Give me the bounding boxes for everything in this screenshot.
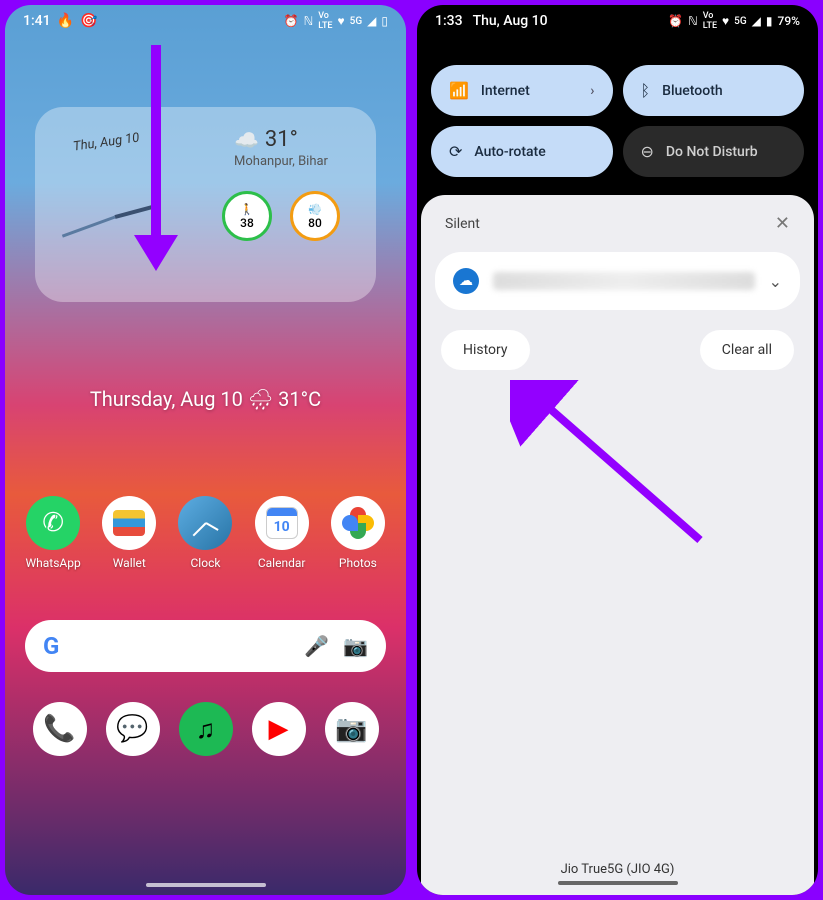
google-search-bar[interactable]: G 🎤 📷 (25, 620, 386, 672)
cloud-app-icon: ☁ (453, 268, 479, 294)
app-clock[interactable]: Clock (169, 496, 241, 570)
walk-icon: 🚶 (240, 203, 254, 216)
qs-dnd[interactable]: ⊖ Do Not Disturb (623, 126, 805, 177)
signal-icon: ◢ (367, 14, 376, 28)
gesture-bar[interactable] (146, 883, 266, 887)
dock-phone[interactable]: 📞 (33, 702, 87, 756)
chevron-down-icon[interactable]: ⌄ (769, 272, 782, 291)
status-bar: 1:41 🔥 🎯 ⏰ ℕ VoLTE ♥ 5G ◢ ▯ (5, 5, 406, 37)
gesture-bar[interactable] (558, 881, 678, 885)
notification-panel: Silent ✕ ☁ ⌄ History Clear all Jio True5… (421, 195, 814, 895)
close-icon[interactable]: ✕ (775, 213, 790, 234)
bluetooth-icon: ᛒ (641, 81, 651, 100)
qs-bluetooth[interactable]: ᛒ Bluetooth (623, 65, 805, 116)
home-screen-phone: 1:41 🔥 🎯 ⏰ ℕ VoLTE ♥ 5G ◢ ▯ Thu, Aug 10 (3, 3, 408, 897)
steps-stat[interactable]: 🚶 38 (222, 191, 272, 241)
youtube-icon: ▶ (269, 714, 289, 744)
notification-item[interactable]: ☁ ⌄ (435, 252, 800, 310)
camera-icon: 📷 (335, 714, 367, 744)
widget-date: Thu, Aug 10 (72, 130, 140, 154)
lens-icon[interactable]: 📷 (343, 634, 368, 658)
dock-camera[interactable]: 📷 (325, 702, 379, 756)
status-icons: ⏰ ℕ VoLTE ♥ 5G ◢ ▯ (284, 11, 388, 31)
temperature: 31° (265, 127, 298, 152)
chevron-right-icon: › (590, 83, 594, 99)
notification-shade[interactable]: 1:33 Thu, Aug 10 ⏰ ℕ VoLTE ♥ 5G ◢ ▮ 79% … (417, 5, 818, 895)
status-date: Thu, Aug 10 (473, 13, 548, 29)
status-icons: ⏰ ℕ VoLTE ♥ 5G ◢ ▮ 79% (668, 11, 800, 31)
location-label: Mohanpur, Bihar (234, 154, 328, 169)
aqi-icon: 💨 (308, 203, 322, 216)
quick-settings: 📶 Internet › ᛒ Bluetooth ⟳ Auto-rotate ⊖… (417, 37, 818, 195)
annotation-arrow-down (151, 45, 178, 271)
battery-percent: 79% (778, 14, 800, 28)
messages-icon: 💬 (116, 714, 148, 744)
whatsapp-icon: ✆ (42, 508, 64, 538)
notification-badge-icon: 🔥 (57, 13, 74, 29)
aqi-stat[interactable]: 💨 80 (290, 191, 340, 241)
battery-icon: ▯ (381, 14, 388, 28)
dock: 📞 💬 ♫ ▶ 📷 (5, 702, 406, 756)
cloud-icon: ☁️ (234, 128, 259, 152)
app-row: ✆ WhatsApp Wallet Clock 10 (5, 496, 406, 570)
battery-icon: ▮ (766, 14, 773, 28)
photos-icon (342, 507, 374, 539)
clear-all-button[interactable]: Clear all (700, 330, 794, 370)
home-screen[interactable]: 1:41 🔥 🎯 ⏰ ℕ VoLTE ♥ 5G ◢ ▯ Thu, Aug 10 (5, 5, 406, 895)
volte-icon: VoLTE (318, 11, 332, 31)
status-bar: 1:33 Thu, Aug 10 ⏰ ℕ VoLTE ♥ 5G ◢ ▮ 79% (417, 5, 818, 37)
dock-spotify[interactable]: ♫ (179, 702, 233, 756)
nfc-icon: ℕ (688, 14, 698, 28)
phone-icon: 📞 (43, 714, 75, 744)
app-photos[interactable]: Photos (322, 496, 394, 570)
signal-icon: ◢ (752, 14, 761, 28)
clock-icon (178, 496, 232, 550)
spotify-icon: ♫ (196, 714, 216, 745)
notification-shade-phone: 1:33 Thu, Aug 10 ⏰ ℕ VoLTE ♥ 5G ◢ ▮ 79% … (415, 3, 820, 897)
clock-weather-widget[interactable]: Thu, Aug 10 ☁️ 31° Mohanpur, Bihar 🚶 (35, 107, 376, 302)
silent-section-label: Silent (445, 216, 480, 232)
nfc-icon: ℕ (304, 14, 314, 28)
dock-messages[interactable]: 💬 (106, 702, 160, 756)
app-calendar[interactable]: 10 Calendar (246, 496, 318, 570)
status-time: 1:41 (23, 13, 51, 29)
alarm-icon: ⏰ (284, 14, 299, 28)
notification-badge-icon: 🎯 (80, 13, 97, 29)
notification-text-blurred (493, 272, 755, 290)
app-whatsapp[interactable]: ✆ WhatsApp (17, 496, 89, 570)
mic-icon[interactable]: 🎤 (304, 634, 329, 658)
app-wallet[interactable]: Wallet (93, 496, 165, 570)
qs-autorotate[interactable]: ⟳ Auto-rotate (431, 126, 613, 177)
wifi-icon: 📶 (449, 81, 469, 100)
alarm-icon: ⏰ (668, 14, 683, 28)
google-logo-icon: G (43, 632, 59, 660)
history-button[interactable]: History (441, 330, 530, 370)
date-weather-line[interactable]: Thursday, Aug 10 🌧 31°C (5, 387, 406, 411)
wallet-icon (113, 510, 145, 536)
status-time: 1:33 (435, 13, 463, 29)
dnd-icon: ⊖ (641, 142, 654, 161)
network-5g-icon: 5G (734, 16, 747, 27)
network-5g-icon: 5G (350, 16, 363, 27)
dock-youtube[interactable]: ▶ (252, 702, 306, 756)
rotate-icon: ⟳ (449, 142, 462, 161)
volte-icon: VoLTE (703, 11, 717, 31)
wifi-icon: ♥ (722, 14, 729, 28)
carrier-label: Jio True5G (JIO 4G) (421, 854, 814, 881)
calendar-icon: 10 (266, 507, 298, 539)
wifi-icon: ♥ (338, 14, 345, 28)
qs-internet[interactable]: 📶 Internet › (431, 65, 613, 116)
